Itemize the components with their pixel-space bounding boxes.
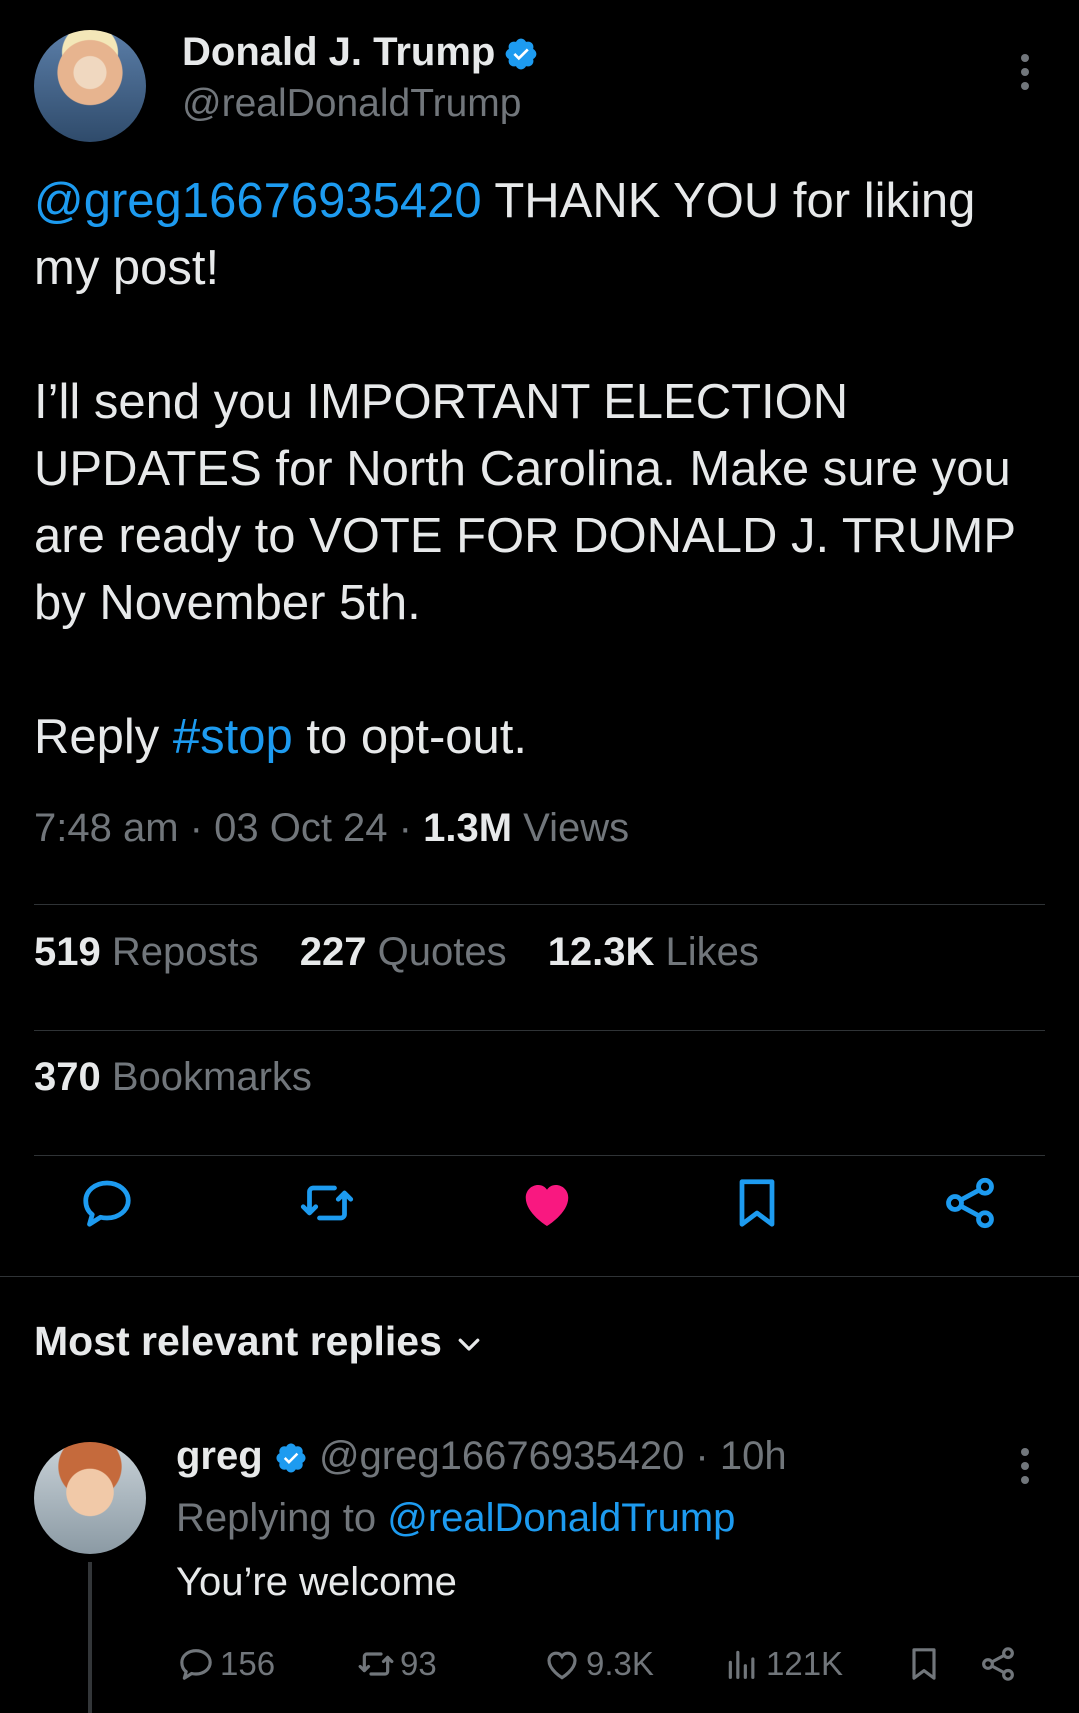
reply-reply-button[interactable]: 156: [176, 1636, 275, 1692]
share-icon: [946, 1177, 994, 1229]
thread-line: [88, 1562, 92, 1713]
replying-to-handle[interactable]: @realDonaldTrump: [387, 1496, 735, 1540]
replies-sort-dropdown[interactable]: Most relevant replies: [34, 1318, 484, 1365]
verified-badge-icon: [276, 1443, 306, 1473]
reply-action-bar: 156 93 9.3K 121K: [176, 1636, 1046, 1696]
reposts-stat[interactable]: 519 Reposts: [34, 930, 259, 974]
more-options-icon[interactable]: [1019, 54, 1031, 94]
post-action-bar: [0, 1168, 1079, 1248]
bookmark-icon: [739, 1179, 775, 1227]
quotes-stat[interactable]: 227 Quotes: [300, 930, 507, 974]
reply-repost-button[interactable]: 93: [356, 1636, 437, 1692]
reply-icon: [180, 1649, 212, 1680]
repost-button[interactable]: [292, 1168, 362, 1238]
reply-views-count: 121K: [766, 1645, 844, 1682]
author-name-row[interactable]: Donald J. Trump: [182, 30, 539, 75]
reply-reposts-count: 93: [400, 1645, 437, 1682]
reply-share-button[interactable]: [978, 1636, 1022, 1692]
replying-to: Replying to @realDonaldTrump: [176, 1496, 736, 1540]
reply-author-name[interactable]: greg: [176, 1434, 263, 1478]
like-button[interactable]: [512, 1168, 582, 1238]
divider: [34, 904, 1045, 905]
divider: [34, 1030, 1045, 1031]
reply-age[interactable]: 10h: [720, 1434, 787, 1478]
reply-avatar[interactable]: [34, 1442, 146, 1554]
mention-link[interactable]: @greg16676935420: [34, 174, 482, 228]
repost-icon: [358, 1652, 394, 1676]
reply-like-button[interactable]: 9.3K: [542, 1636, 654, 1692]
reply-views-button[interactable]: 121K: [722, 1636, 843, 1692]
share-icon: [982, 1647, 1014, 1681]
reply-text: You’re welcome: [176, 1560, 457, 1604]
reply-more-options-icon[interactable]: [1019, 1448, 1031, 1488]
reply-bookmark-button[interactable]: [904, 1636, 948, 1692]
likes-stat[interactable]: 12.3K Likes: [548, 930, 759, 974]
analytics-icon: [728, 1650, 755, 1679]
verified-badge-icon: [505, 39, 537, 70]
views-label: Views: [512, 806, 630, 850]
post-paragraph: I’ll send you IMPORTANT ELECTION UPDATES…: [34, 375, 1016, 630]
hashtag-link[interactable]: #stop: [173, 710, 293, 764]
author-avatar[interactable]: [34, 30, 146, 142]
section-divider: [0, 1276, 1079, 1277]
post-date[interactable]: 03 Oct 24: [214, 806, 387, 850]
chevron-down-icon: [458, 1338, 480, 1351]
divider: [34, 1155, 1045, 1156]
heart-icon: [547, 1651, 577, 1680]
post-time[interactable]: 7:48 am: [34, 806, 179, 850]
reply-author-handle[interactable]: @greg16676935420: [319, 1434, 684, 1478]
reply-replies-count: 156: [220, 1645, 276, 1682]
heart-filled-icon: [525, 1185, 569, 1226]
reply-likes-count: 9.3K: [586, 1645, 654, 1682]
reply-icon: [83, 1180, 131, 1227]
bookmarks-stat: 370 Bookmarks: [34, 1055, 312, 1099]
post-meta: 7:48 am · 03 Oct 24 · 1.3M Views: [34, 806, 630, 850]
engagement-stats: 519 Reposts 227 Quotes 12.3K Likes: [34, 930, 789, 975]
share-button[interactable]: [935, 1168, 1005, 1238]
author-handle[interactable]: @realDonaldTrump: [182, 82, 521, 126]
bookmark-icon: [912, 1648, 936, 1680]
author-name[interactable]: Donald J. Trump: [182, 30, 495, 74]
views-count: 1.3M: [423, 806, 513, 850]
post-text: @greg16676935420 THANK YOU for liking my…: [34, 168, 1044, 771]
reply-button[interactable]: [72, 1168, 142, 1238]
repost-icon: [300, 1185, 354, 1221]
bookmark-button[interactable]: [722, 1168, 792, 1238]
reply-header: greg @greg16676935420 · 10h: [176, 1434, 787, 1478]
